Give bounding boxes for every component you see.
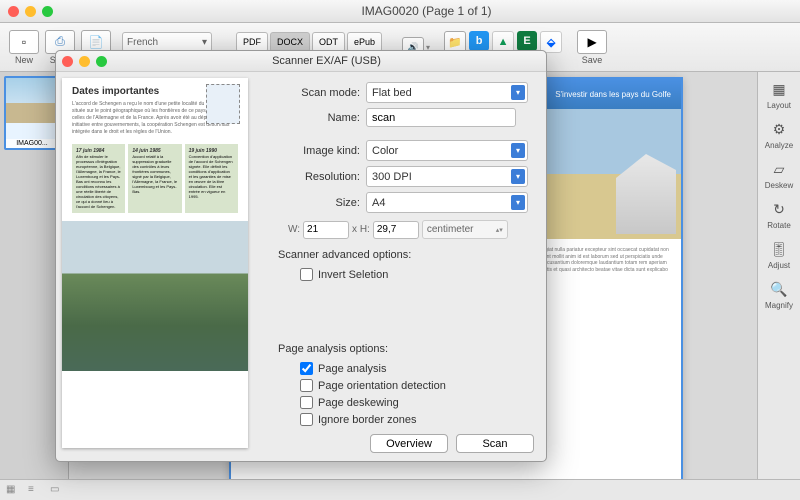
main-titlebar: IMAG0020 (Page 1 of 1) [0, 0, 800, 23]
save-button[interactable]: ▶Save [576, 30, 608, 65]
resolution-select[interactable]: 300 DPI▾ [366, 166, 528, 187]
orientation-checkbox[interactable]: Page orientation detection [300, 379, 534, 392]
image-kind-select[interactable]: Color▾ [366, 140, 528, 161]
format-pdf[interactable]: PDF [236, 32, 268, 52]
layout-tool[interactable]: ▦Layout [767, 78, 791, 110]
dialog-title: Scanner EX/AF (USB) [107, 55, 546, 67]
language-select[interactable]: French▾ [122, 32, 212, 52]
format-odt[interactable]: ODT [312, 32, 345, 52]
landscape-image [62, 221, 248, 371]
width-input[interactable] [303, 221, 349, 239]
scanner-dialog: Scanner EX/AF (USB) Dates importantes L'… [55, 50, 547, 462]
magnify-tool[interactable]: 🔍Magnify [765, 278, 793, 310]
traffic-lights[interactable] [8, 6, 53, 17]
name-input[interactable] [366, 108, 516, 127]
overview-button[interactable]: Overview [370, 434, 448, 453]
scan-mode-select[interactable]: Flat bed▾ [366, 82, 528, 103]
stamp-image [206, 84, 240, 124]
ignore-border-checkbox[interactable]: Ignore border zones [300, 413, 534, 426]
format-epub[interactable]: ePub [347, 32, 382, 52]
analyze-tool[interactable]: ⚙Analyze [765, 118, 793, 150]
view-page-icon[interactable]: ▭ [50, 484, 64, 496]
deskew-checkbox[interactable]: Page deskewing [300, 396, 534, 409]
unit-select[interactable]: centimeter▴▾ [422, 220, 508, 239]
adjust-tool[interactable]: 🎚Adjust [767, 238, 791, 270]
scan-button-dialog[interactable]: Scan [456, 434, 534, 453]
rotate-tool[interactable]: ↻Rotate [767, 198, 791, 230]
view-grid-icon[interactable]: ▦ [6, 484, 20, 496]
building-image [616, 154, 676, 234]
page-thumbnail[interactable]: IMAG00... [4, 76, 60, 150]
dest-box-icon[interactable]: b [469, 31, 489, 51]
bottom-bar: ▦ ≡ ▭ [0, 479, 800, 500]
height-input[interactable] [373, 221, 419, 239]
view-list-icon[interactable]: ≡ [28, 484, 42, 496]
window-title: IMAG0020 (Page 1 of 1) [53, 4, 800, 18]
dest-evernote-icon[interactable]: E [517, 31, 537, 51]
new-button[interactable]: ▫New [8, 30, 40, 65]
scan-preview: Dates importantes L'accord de Schengen a… [56, 72, 266, 461]
deskew-tool[interactable]: ▱Deskew [765, 158, 793, 190]
page-analysis-checkbox[interactable]: Page analysis [300, 362, 534, 375]
size-select[interactable]: A4▾ [366, 192, 528, 213]
format-docx[interactable]: DOCX [270, 32, 310, 52]
tools-sidebar: ▦Layout ⚙Analyze ▱Deskew ↻Rotate 🎚Adjust… [757, 72, 800, 479]
dialog-traffic-lights[interactable] [62, 56, 107, 67]
format-group: PDF DOCX ODT ePub [236, 32, 382, 52]
invert-checkbox[interactable]: Invert Seletion [300, 268, 534, 281]
